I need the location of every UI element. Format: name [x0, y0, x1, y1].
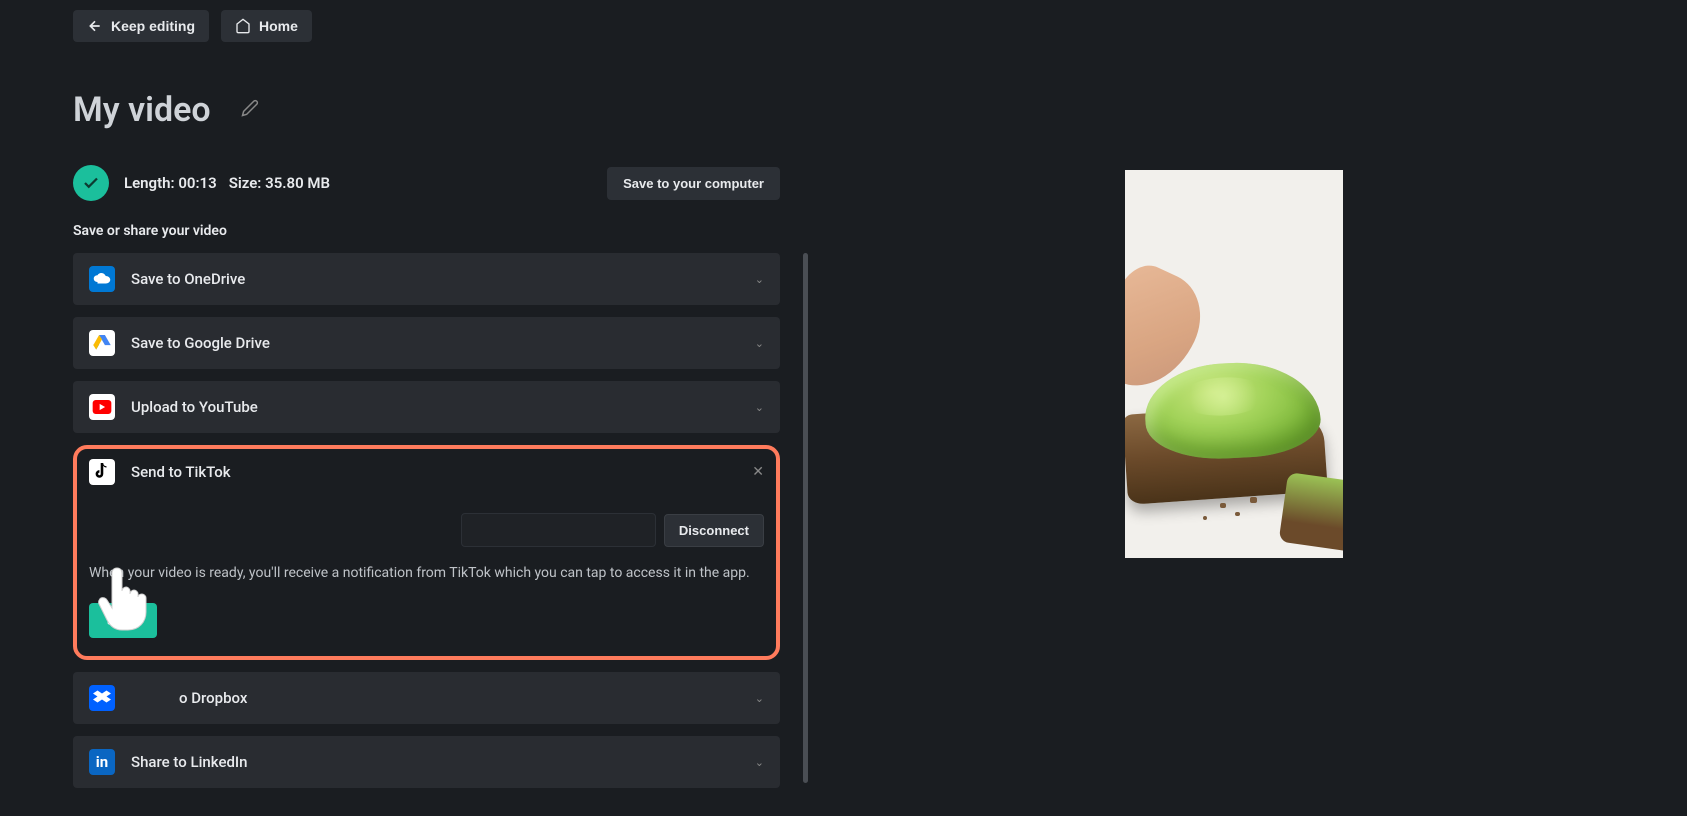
gdrive-label: Save to Google Drive	[131, 334, 270, 352]
share-option-dropbox[interactable]: o Dropbox ⌄	[73, 672, 780, 724]
home-label: Home	[259, 18, 298, 34]
dropbox-label: o Dropbox	[179, 689, 247, 707]
tiktok-panel: Send to TikTok ✕ Disconnect When your vi…	[73, 445, 780, 660]
close-icon[interactable]: ✕	[752, 464, 764, 480]
tiktok-account-field[interactable]	[461, 513, 656, 547]
send-button[interactable]: Send	[89, 603, 157, 638]
section-label: Save or share your video	[73, 223, 780, 239]
share-option-youtube[interactable]: Upload to YouTube ⌄	[73, 381, 780, 433]
keep-editing-button[interactable]: Keep editing	[73, 10, 209, 42]
arrow-left-icon	[87, 18, 103, 34]
home-icon	[235, 18, 251, 34]
onedrive-label: Save to OneDrive	[131, 270, 245, 288]
chevron-down-icon: ⌄	[755, 273, 764, 286]
tiktok-icon	[89, 459, 115, 485]
disconnect-button[interactable]: Disconnect	[664, 514, 764, 547]
youtube-label: Upload to YouTube	[131, 398, 258, 416]
youtube-icon	[89, 394, 115, 420]
home-button[interactable]: Home	[221, 10, 312, 42]
google-drive-icon	[89, 330, 115, 356]
keep-editing-label: Keep editing	[111, 18, 195, 34]
linkedin-icon: in	[89, 749, 115, 775]
edit-title-icon[interactable]	[241, 99, 259, 121]
chevron-down-icon: ⌄	[755, 401, 764, 414]
share-option-onedrive[interactable]: Save to OneDrive ⌄	[73, 253, 780, 305]
save-to-computer-button[interactable]: Save to your computer	[607, 167, 780, 200]
video-info: Length: 00:13 Size: 35.80 MB	[124, 174, 330, 192]
dropbox-icon	[89, 685, 115, 711]
chevron-down-icon: ⌄	[755, 756, 764, 769]
status-check-icon	[73, 165, 109, 201]
share-option-linkedin[interactable]: in Share to LinkedIn ⌄	[73, 736, 780, 788]
share-option-gdrive[interactable]: Save to Google Drive ⌄	[73, 317, 780, 369]
scrollbar[interactable]	[803, 253, 808, 783]
page-title: My video	[73, 90, 211, 130]
tiktok-description: When your video is ready, you'll receive…	[89, 565, 764, 581]
linkedin-label: Share to LinkedIn	[131, 753, 248, 771]
chevron-down-icon: ⌄	[755, 337, 764, 350]
onedrive-icon	[89, 266, 115, 292]
video-preview	[1125, 170, 1343, 558]
chevron-down-icon: ⌄	[755, 692, 764, 705]
tiktok-label: Send to TikTok	[131, 463, 231, 481]
